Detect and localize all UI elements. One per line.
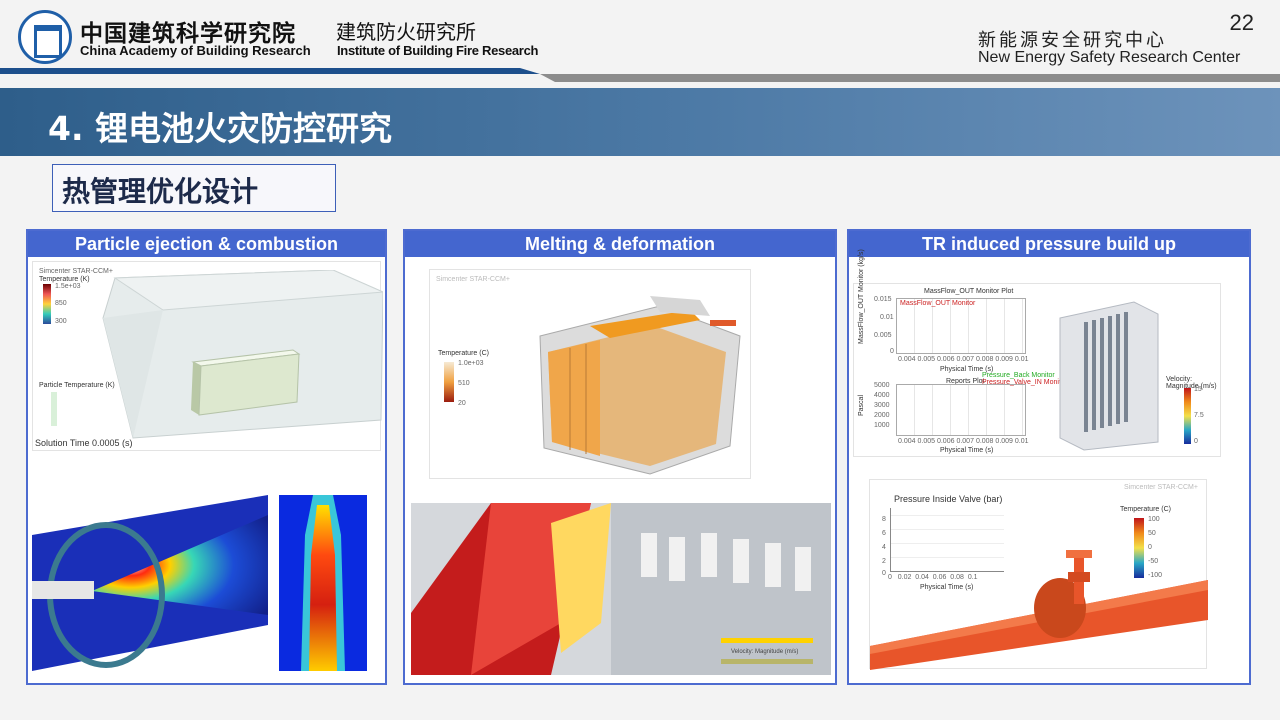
institute-name-en: Institute of Building Fire Research	[337, 43, 539, 58]
slide-subtitle: 热管理优化设计	[62, 175, 259, 208]
page-number: 22	[1229, 10, 1254, 35]
valve-pipe-model	[870, 550, 1208, 670]
battery-3d-model	[539, 296, 741, 475]
valve-pressure-view: Pressure Inside Valve (bar) 8 6 4 2 0 0 …	[869, 479, 1208, 670]
enclosure-3d-view	[102, 270, 383, 439]
heat-exchanger-model	[1059, 301, 1159, 451]
ejection-velocity-contour	[32, 495, 268, 671]
plot2-xticks: 0.004 0.005 0.006 0.007 0.008 0.009 0.01	[898, 438, 1029, 445]
header-divider	[0, 68, 1280, 82]
valve-plot-title: Pressure Inside Valve (bar)	[894, 494, 1003, 504]
melted-cell-rendering: Velocity: Magnitude (m/s)	[411, 503, 831, 675]
temperature-color-bar	[444, 362, 454, 402]
slide-title: 4. 锂电池火灾防控研究	[48, 109, 392, 148]
org-name-en: China Academy of Building Research	[80, 43, 311, 58]
battery-module-view: Simcenter STAR-CCM+ Temperature (C) 1.0e…	[429, 269, 751, 479]
plot2-area	[896, 384, 1026, 436]
temperature-color-bar	[43, 284, 51, 324]
solution-time: Solution Time 0.0005 (s)	[35, 438, 133, 448]
panel-heading: Melting & deformation	[405, 231, 835, 257]
slide: 中国建筑科学研究院 China Academy of Building Rese…	[0, 0, 1280, 720]
svg-text:Velocity: Magnitude (m/s): Velocity: Magnitude (m/s)	[731, 649, 798, 655]
academy-logo	[18, 10, 72, 64]
panel-particle-ejection: Particle ejection & combustion Simcenter…	[26, 229, 387, 685]
panel-pressure-buildup: TR induced pressure build up MassFlow_OU…	[847, 229, 1251, 685]
particle-color-bar	[51, 392, 57, 426]
plot1-xticks: 0.004 0.005 0.006 0.007 0.008 0.009 0.01	[898, 356, 1029, 363]
institute-name-cn: 建筑防火研究所	[336, 20, 476, 44]
flame-temperature-contour	[279, 495, 367, 671]
panel-heading: TR induced pressure build up	[849, 231, 1249, 257]
particle-simulation-view: Simcenter STAR-CCM+ Temperature (K) 1.5e…	[32, 261, 383, 451]
velocity-color-bar	[1184, 388, 1191, 444]
panel-melting-deformation: Melting & deformation Simcenter STAR-CCM…	[403, 229, 837, 685]
monitor-plots-view: MassFlow_OUT Monitor Plot MassFlow_OUT M…	[853, 249, 1221, 457]
panel-heading: Particle ejection & combustion	[28, 231, 385, 257]
